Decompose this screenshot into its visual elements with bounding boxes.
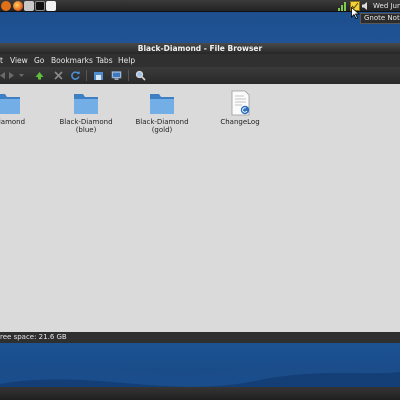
folder-icon <box>150 94 174 114</box>
ubuntu-menu-icon[interactable] <box>1 1 11 11</box>
menu-tabs[interactable]: Tabs <box>96 54 113 67</box>
file-name: Black-Diamond (gold) <box>135 118 189 134</box>
file-view[interactable]: -Diamond Black-Diamond (blue) Black-Diam… <box>0 84 400 332</box>
window-title[interactable]: Black-Diamond - File Browser <box>0 43 400 54</box>
toolbar-separator <box>128 70 129 81</box>
file-name: -Diamond <box>0 118 26 126</box>
menu-bookmarks[interactable]: Bookmarks <box>51 54 93 67</box>
mouse-cursor-icon <box>351 7 360 19</box>
file-browser-window: Black-Diamond - File Browser t View Go B… <box>0 43 400 343</box>
menu-bar: t View Go Bookmarks Tabs Help <box>0 54 400 67</box>
menu-file[interactable]: t <box>0 54 3 67</box>
folder-icon <box>74 94 98 114</box>
top-panel: Wed Jun <box>0 0 400 12</box>
file-name: Black-Diamond (blue) <box>59 118 113 134</box>
folder-icon <box>0 94 20 114</box>
menu-go[interactable]: Go <box>34 54 44 67</box>
file-name: ChangeLog <box>220 118 260 126</box>
folder-item[interactable]: -Diamond <box>0 90 42 126</box>
tooltip: Gnote Notes <box>360 13 400 24</box>
wifi-icon[interactable] <box>337 1 347 11</box>
folder-item[interactable]: Black-Diamond (blue) <box>52 90 120 134</box>
menu-help[interactable]: Help <box>118 54 135 67</box>
bottom-panel <box>0 387 400 400</box>
forward-dropdown-icon[interactable] <box>16 70 27 81</box>
folder-item[interactable]: Black-Diamond (gold) <box>128 90 196 134</box>
terminal-icon[interactable] <box>35 1 45 11</box>
search-icon[interactable] <box>135 70 146 81</box>
computer-icon[interactable] <box>111 70 122 81</box>
volume-icon[interactable] <box>361 1 371 11</box>
toolbar-separator <box>86 70 87 81</box>
menu-view[interactable]: View <box>10 54 28 67</box>
firefox-icon[interactable] <box>13 1 23 11</box>
text-file-icon <box>231 90 250 116</box>
files-icon[interactable] <box>24 1 34 11</box>
reload-icon[interactable] <box>70 70 81 81</box>
stop-icon[interactable] <box>53 70 64 81</box>
clock[interactable]: Wed Jun <box>373 1 400 11</box>
status-bar: ree space: 21.6 GB <box>0 332 400 343</box>
home-icon[interactable] <box>93 70 104 81</box>
toolbar <box>0 67 400 84</box>
text-editor-icon[interactable] <box>46 1 56 11</box>
up-icon[interactable] <box>34 70 45 81</box>
file-item[interactable]: ChangeLog <box>206 90 274 126</box>
